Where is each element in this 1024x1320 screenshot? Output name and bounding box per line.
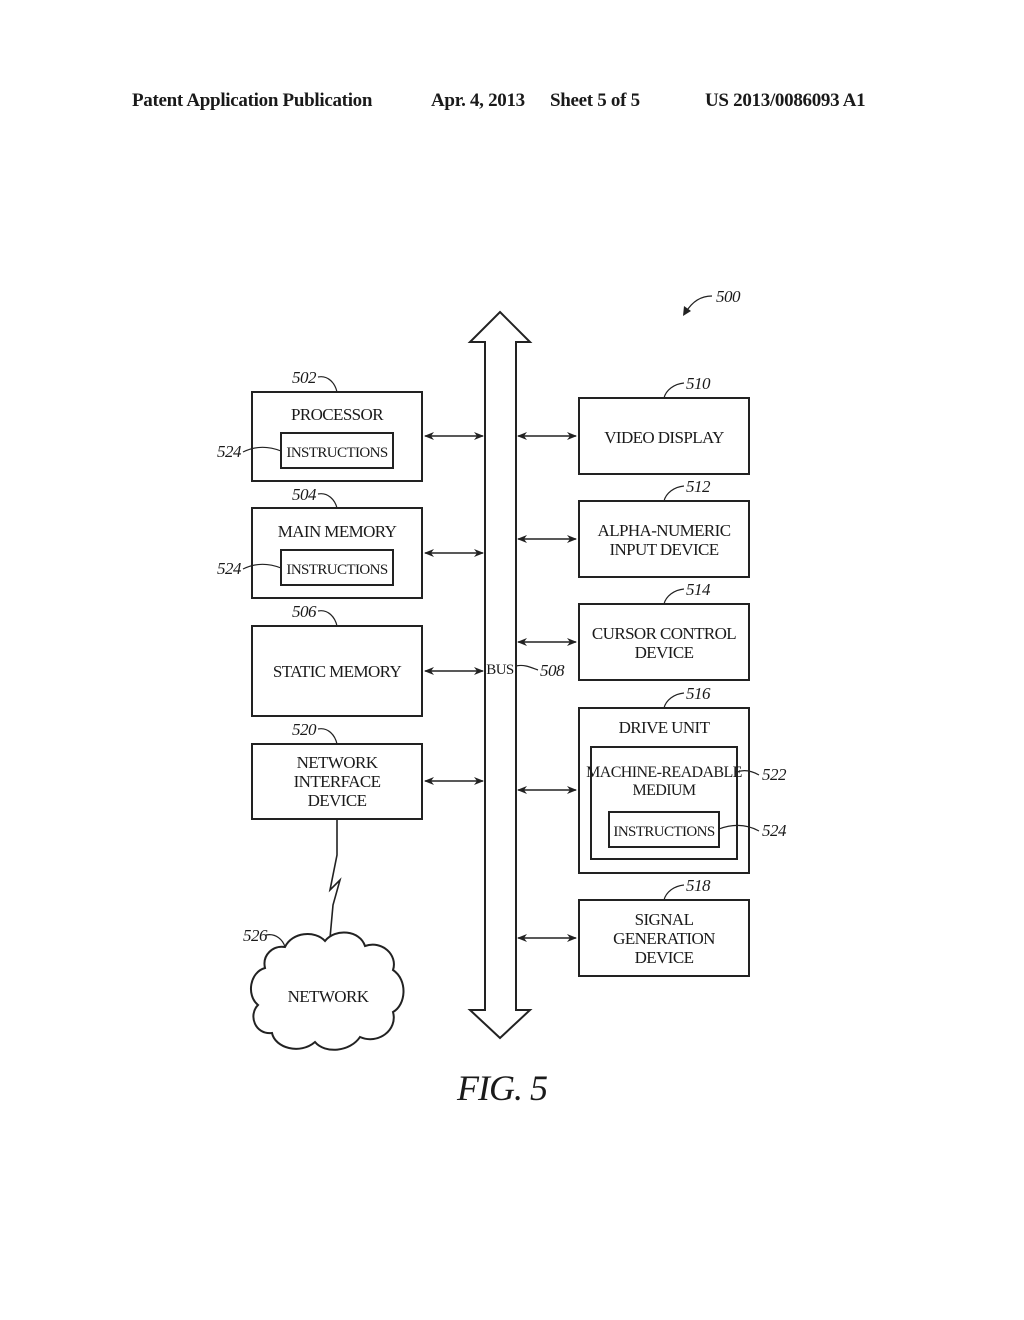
leader-506: [317, 610, 338, 627]
block-signal-generation: SIGNAL GENERATION DEVICE 518: [517, 876, 750, 977]
block-main-memory: MAIN MEMORY INSTRUCTIONS 504 524: [217, 485, 484, 599]
block-diagram: 500 BUS 508 PROCESSOR INSTRUCTIONS 502 5…: [217, 287, 788, 1108]
ref-508: 508: [540, 661, 565, 680]
block-processor: PROCESSOR INSTRUCTIONS 502 524: [217, 368, 484, 482]
block-static-memory: STATIC MEMORY 506: [251, 602, 484, 717]
leader-512: [663, 485, 685, 502]
network-cloud: NETWORK 526: [243, 926, 405, 1051]
leader-518: [663, 884, 685, 901]
leader-508: [515, 664, 539, 671]
leader-516: [663, 692, 685, 709]
signal-generation-line-2: GENERATION: [613, 929, 715, 948]
cursor-control-line-2: DEVICE: [635, 643, 694, 662]
leader-504: [317, 493, 338, 509]
signal-generation-line-3: DEVICE: [635, 948, 694, 967]
block-video-display: VIDEO DISPLAY 510: [517, 374, 750, 475]
main-memory-instructions-label: INSTRUCTIONS: [286, 562, 387, 578]
machine-readable-line-2: MEDIUM: [632, 782, 695, 799]
ref-510: 510: [686, 374, 711, 393]
network-interface-line-1: NETWORK: [297, 753, 379, 772]
bus-label: BUS: [486, 662, 514, 678]
leader-502: [317, 376, 338, 393]
alpha-numeric-line-2: INPUT DEVICE: [609, 540, 718, 559]
alpha-numeric-line-1: ALPHA-NUMERIC: [598, 521, 731, 540]
ref-502: 502: [292, 368, 317, 387]
block-drive-unit: DRIVE UNIT MACHINE-READABLE MEDIUM INSTR…: [517, 684, 788, 874]
leader-514: [663, 588, 685, 605]
ref-524-processor: 524: [217, 442, 242, 461]
ref-504: 504: [292, 485, 317, 504]
ref-524-drive: 524: [762, 821, 787, 840]
static-memory-label: STATIC MEMORY: [273, 662, 402, 681]
main-memory-label: MAIN MEMORY: [278, 522, 397, 541]
ref-514: 514: [686, 580, 711, 599]
processor-instructions-label: INSTRUCTIONS: [286, 445, 387, 461]
ref-526: 526: [243, 926, 268, 945]
signal-generation-line-1: SIGNAL: [635, 910, 694, 929]
system-reference: 500: [683, 287, 742, 316]
leader-500: [685, 295, 713, 313]
ref-518: 518: [686, 876, 711, 895]
network-interface-line-2: INTERFACE: [294, 772, 381, 791]
figure-label: FIG. 5: [456, 1068, 547, 1108]
leader-526: [265, 934, 286, 948]
ref-522: 522: [762, 765, 787, 784]
cursor-control-line-1: CURSOR CONTROL: [592, 624, 736, 643]
ref-512: 512: [686, 477, 711, 496]
network-label: NETWORK: [288, 987, 370, 1006]
wireless-link: [328, 819, 342, 939]
ref-506: 506: [292, 602, 317, 621]
drive-instructions-label: INSTRUCTIONS: [613, 824, 714, 840]
ref-520: 520: [292, 720, 317, 739]
machine-readable-line-1: MACHINE-READABLE: [586, 764, 742, 781]
video-display-label: VIDEO DISPLAY: [604, 428, 724, 447]
processor-label: PROCESSOR: [291, 405, 384, 424]
leader-510: [663, 382, 685, 399]
drive-unit-label: DRIVE UNIT: [619, 718, 711, 737]
block-alpha-numeric-input: ALPHA-NUMERIC INPUT DEVICE 512: [517, 477, 750, 578]
block-network-interface: NETWORK INTERFACE DEVICE 520: [251, 720, 484, 820]
leader-520: [317, 728, 338, 745]
ref-524-main-memory: 524: [217, 559, 242, 578]
network-interface-line-3: DEVICE: [308, 791, 367, 810]
ref-500: 500: [716, 287, 741, 306]
ref-516: 516: [686, 684, 711, 703]
